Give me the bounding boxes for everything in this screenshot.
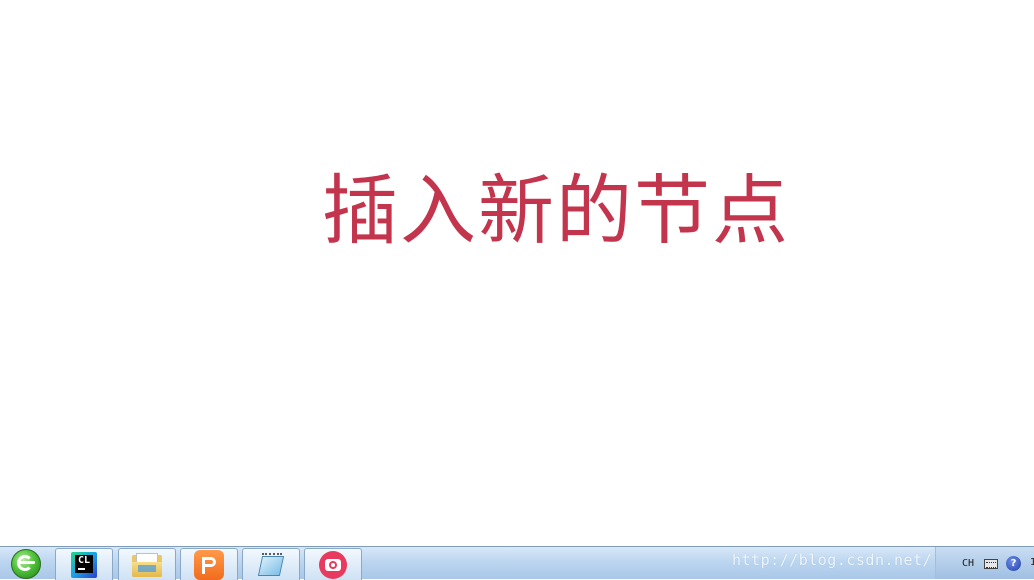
taskbar-app-screen-recorder[interactable]: [304, 548, 362, 580]
start-button[interactable]: [0, 548, 52, 580]
language-indicator[interactable]: CH: [962, 558, 974, 569]
clock[interactable]: 1: [1030, 557, 1034, 568]
clion-icon: CL: [71, 551, 97, 578]
keyboard-icon[interactable]: [984, 559, 998, 569]
watermark: http://blog.csdn.net/: [732, 551, 933, 569]
start-orb-icon: [11, 549, 41, 579]
taskbar-app-clion[interactable]: CL: [55, 548, 113, 580]
folder-icon: [132, 552, 162, 577]
taskbar-app-wps-presentation[interactable]: [180, 548, 238, 580]
slide-canvas: 插入新的节点: [0, 0, 1034, 546]
taskbar-app-file-explorer[interactable]: [118, 548, 176, 580]
wps-presentation-icon: [194, 549, 224, 580]
notepad-icon: [257, 552, 285, 578]
camera-icon: [319, 550, 347, 579]
clion-icon-label: CL: [75, 554, 93, 573]
taskbar-app-notepad[interactable]: [242, 548, 300, 580]
system-tray: CH ? 1: [935, 547, 1034, 579]
help-icon[interactable]: ?: [1006, 556, 1021, 571]
slide-title: 插入新的节点: [322, 166, 790, 255]
